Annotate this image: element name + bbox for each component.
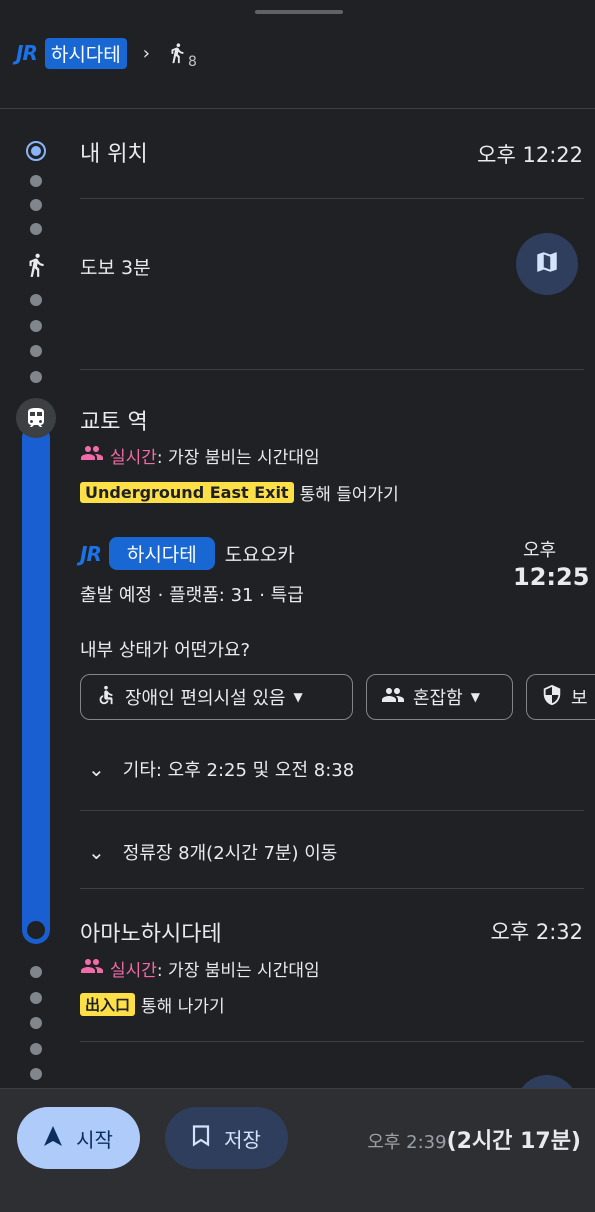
exit-text: 통해 나가기: [141, 997, 225, 1017]
accessibility-chip[interactable]: 장애인 편의시설 있음 ▼: [80, 674, 353, 720]
arrival-marker: [24, 918, 48, 942]
map-icon: [534, 249, 560, 279]
entrance-info: Underground East Exit 통해 들어가기: [80, 480, 399, 505]
walk-duration[interactable]: 도보 3분: [80, 253, 151, 280]
timeline-dot: [30, 1043, 42, 1055]
entrance-text: 통해 들어가기: [299, 485, 399, 505]
stops-text: 정류장 8개(2시간 7분) 이동: [122, 843, 338, 864]
safety-chip[interactable]: 보: [526, 674, 595, 720]
walk-count: 8: [187, 54, 197, 70]
row-divider: [80, 369, 584, 370]
realtime-text: : 가장 붐비는 시간대임: [156, 448, 320, 468]
timeline-dot: [30, 1017, 42, 1029]
route-summary[interactable]: JR 하시다테 › 8: [16, 36, 197, 70]
crowding-chip[interactable]: 혼잡함 ▼: [366, 674, 513, 720]
exit-badge: Underground East Exit: [80, 482, 294, 503]
train-line-badge: 하시다테: [108, 537, 215, 570]
timeline-dot: [30, 1068, 42, 1080]
train-line-row[interactable]: JR 하시다테 도요오카: [80, 537, 295, 570]
train-time-period: 오후: [523, 540, 557, 561]
trip-summary: 오후 2:39 (2시간 17분): [367, 1123, 581, 1155]
realtime-label: 실시간: [110, 448, 157, 468]
people-icon: [80, 956, 104, 981]
timeline-dot: [30, 966, 42, 978]
status-question: 내부 상태가 어떤가요?: [80, 640, 251, 661]
timeline-dot: [30, 320, 42, 332]
exit-info: 出入口 통해 나가기: [80, 992, 225, 1017]
timeline-dot: [30, 223, 42, 235]
chevron-down-icon: ⌄: [88, 840, 105, 864]
header-divider: [0, 108, 595, 109]
arrival-station-name[interactable]: 아마노하시다테: [80, 916, 222, 948]
shield-icon: [541, 684, 563, 711]
timeline-dot: [30, 992, 42, 1004]
save-button[interactable]: 저장: [165, 1107, 288, 1169]
timeline-dot: [30, 175, 42, 187]
realtime-status: 실시간: 가장 붐비는 시간대임: [80, 956, 320, 981]
jr-logo: JR: [80, 541, 102, 566]
accessibility-icon: [95, 684, 117, 711]
start-location-title[interactable]: 내 위치: [80, 136, 148, 168]
people-icon: [381, 685, 405, 710]
realtime-text: : 가장 붐비는 시간대임: [156, 961, 320, 981]
timeline-dot: [30, 199, 42, 211]
timeline-dot: [30, 294, 42, 306]
jr-logo: JR: [16, 41, 38, 65]
exit-badge: 出入口: [80, 993, 136, 1016]
arrival-time: 오후 2:32: [490, 920, 583, 944]
realtime-label: 실시간: [110, 961, 157, 981]
timeline-dot: [30, 371, 42, 383]
my-location-marker: [26, 141, 46, 161]
timeline-dot: [30, 345, 42, 357]
chevron-down-icon: ⌄: [88, 757, 105, 781]
walk-icon: [23, 250, 49, 280]
bookmark-icon: [192, 1124, 210, 1152]
realtime-status: 실시간: 가장 붐비는 시간대임: [80, 443, 320, 468]
start-label: 시작: [76, 1127, 113, 1152]
train-icon: [16, 398, 56, 438]
start-navigation-button[interactable]: 시작: [17, 1107, 140, 1169]
start-time: 오후 12:22: [477, 143, 583, 167]
chevron-right-icon: ›: [142, 42, 150, 64]
other-departures-text: 기타: 오후 2:25 및 오전 8:38: [122, 760, 355, 781]
arrival-time-summary: 오후 2:39: [367, 1132, 447, 1153]
row-divider: [80, 810, 584, 811]
chevron-down-icon: ▼: [293, 690, 303, 704]
people-icon: [80, 443, 104, 468]
trip-duration: (2시간 17분): [446, 1129, 581, 1154]
train-details: 출발 예정 · 플랫폼: 31 · 특급: [80, 585, 304, 606]
save-label: 저장: [224, 1127, 261, 1152]
line-badge: 하시다테: [44, 37, 127, 69]
other-departures-toggle[interactable]: ⌄ 기타: 오후 2:25 및 오전 8:38: [88, 756, 354, 782]
map-button[interactable]: [516, 233, 578, 295]
row-divider: [80, 198, 584, 199]
transit-rail: [22, 424, 50, 944]
walk-icon: [166, 38, 188, 68]
train-destination: 도요오카: [224, 544, 295, 566]
navigation-arrow-icon: [44, 1125, 63, 1151]
sheet-drag-handle[interactable]: [255, 10, 343, 14]
chip-label: 장애인 편의시설 있음: [125, 688, 286, 709]
stops-toggle[interactable]: ⌄ 정류장 8개(2시간 7분) 이동: [88, 839, 337, 865]
row-divider: [80, 1041, 584, 1042]
departure-station-name[interactable]: 교토 역: [80, 404, 148, 436]
train-departure-time: 12:25: [513, 563, 590, 591]
chip-label: 혼잡함: [413, 688, 463, 709]
chip-label: 보: [571, 688, 588, 709]
row-divider: [80, 888, 584, 889]
chevron-down-icon: ▼: [470, 690, 480, 704]
